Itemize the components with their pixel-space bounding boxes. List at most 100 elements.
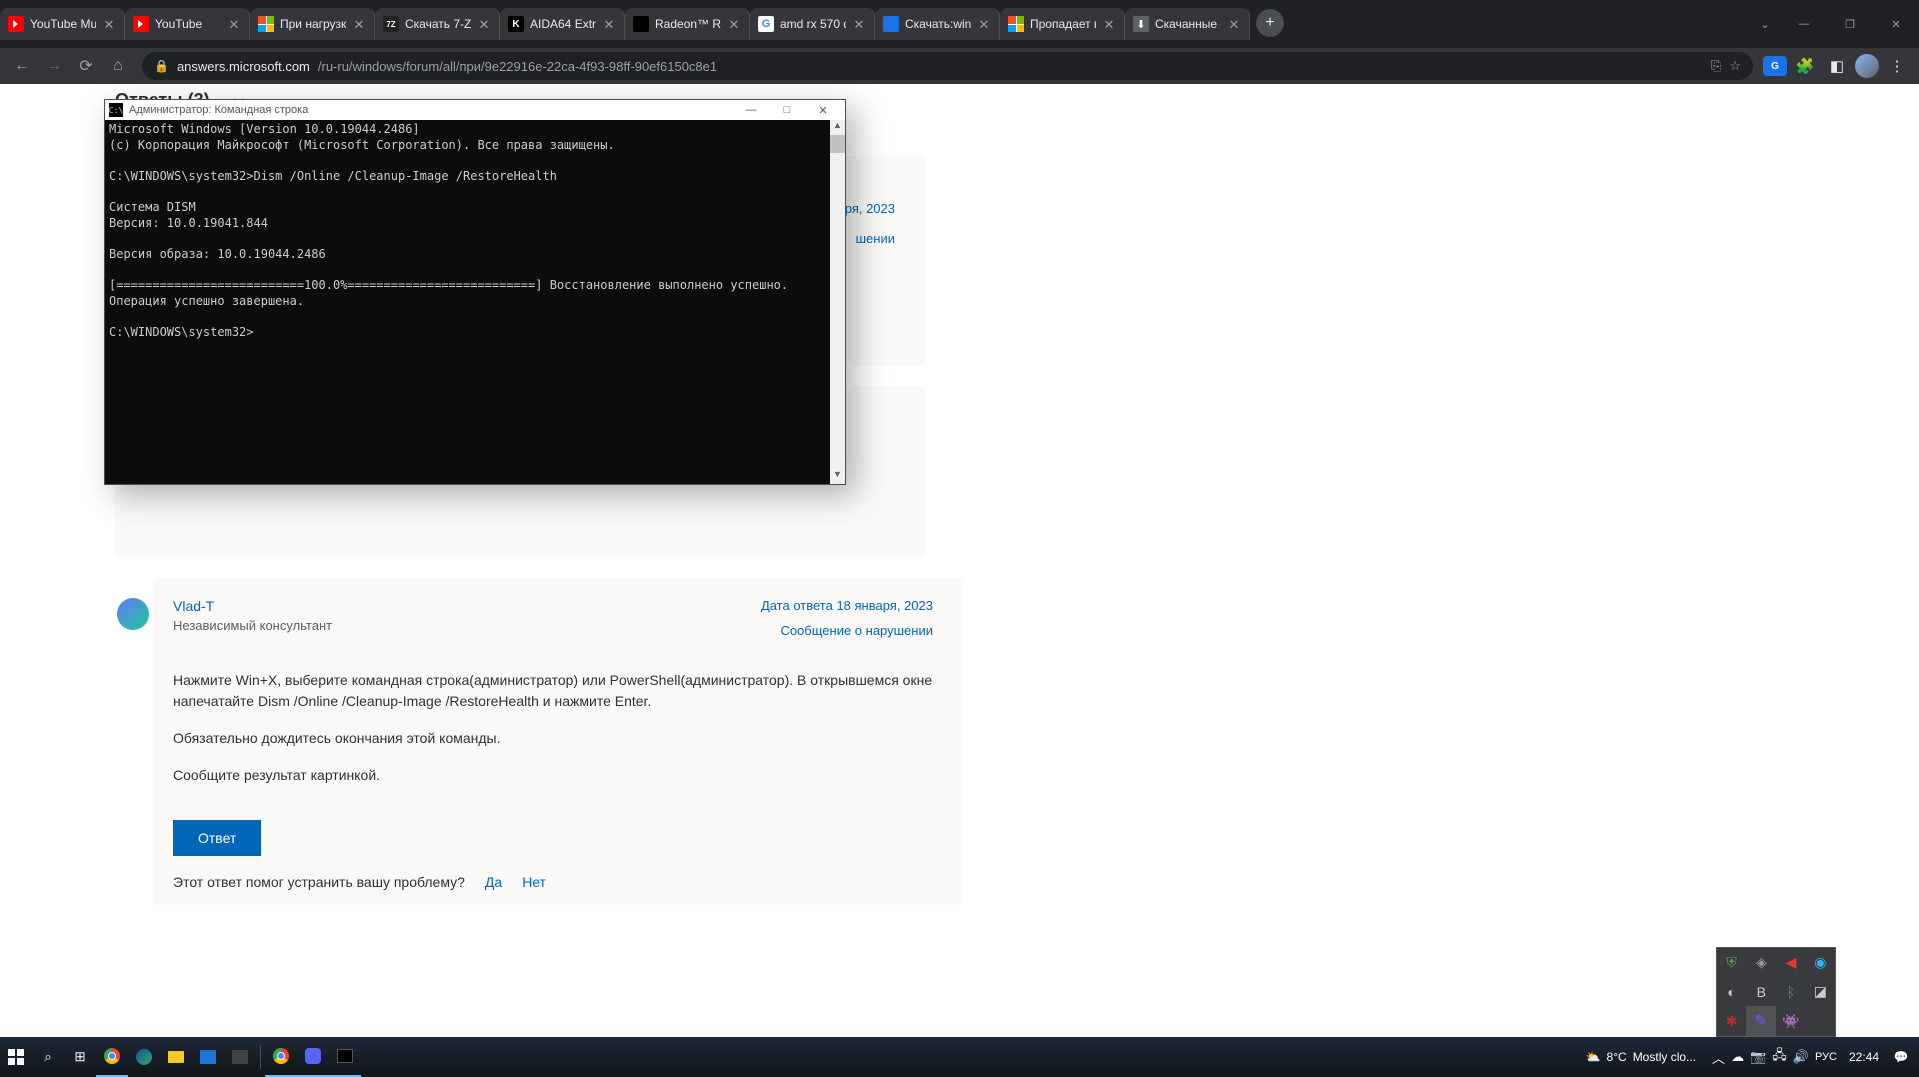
minimize-button[interactable]: — [1781,9,1827,39]
reload-button[interactable]: ⟳ [72,52,100,80]
app-icon[interactable]: B [1753,984,1769,1000]
network-icon[interactable]: 🖧 [1772,1046,1787,1068]
address-bar[interactable]: 🔒 answers.microsoft.com/ru-ru/windows/fo… [142,52,1753,80]
tab-ms-answers-2[interactable]: Пропадает видео ✕ [1000,8,1125,40]
reply-date[interactable]: аря, 2023 [838,201,896,216]
security-icon[interactable]: ⛨ [1724,955,1740,971]
profile-avatar[interactable] [1855,54,1879,78]
meet-now-icon[interactable]: 📷 [1750,1049,1766,1065]
edge-taskbar-icon[interactable] [128,1037,160,1077]
report-abuse-link[interactable]: шении [856,231,895,246]
discord-icon[interactable]: 👾 [1783,1013,1799,1029]
cmd-scrollbar[interactable]: ▲ ▼ [830,120,845,484]
reply-author-link[interactable]: Vlad-T [173,598,332,614]
close-button[interactable]: ✕ [805,100,841,120]
scroll-thumb[interactable] [830,135,845,153]
download-site-icon [883,16,899,32]
helpful-yes-link[interactable]: Да [485,874,502,890]
install-icon[interactable]: ⎘ [1711,58,1721,74]
close-icon[interactable]: ✕ [477,17,491,31]
cmd-window[interactable]: C:\ Администратор: Командная строка — □ … [104,99,846,485]
cmd-line: (c) Корпорация Майкрософт (Microsoft Cor… [109,138,615,152]
new-tab-button[interactable]: + [1256,9,1284,37]
extensions-icon[interactable]: 🧩 [1791,52,1819,80]
back-button[interactable]: ← [8,52,36,80]
tab-title: YouTube Music [30,17,96,31]
tab-youtube[interactable]: YouTube ✕ [125,8,250,40]
close-icon[interactable]: ✕ [352,17,366,31]
tray-empty [1812,1013,1828,1029]
translate-icon[interactable]: G [1763,56,1787,76]
nvidia-icon[interactable]: ◈ [1753,955,1769,971]
onedrive-icon[interactable]: ☁ [1731,1049,1744,1065]
tab-youtube-music[interactable]: YouTube Music ✕ [0,8,125,40]
app-taskbar-icon[interactable] [224,1037,256,1077]
cmd-output[interactable]: Microsoft Windows [Version 10.0.19044.24… [105,120,830,484]
forward-button[interactable]: → [40,52,68,80]
close-icon[interactable]: ✕ [727,17,741,31]
app-taskbar-icon[interactable] [192,1037,224,1077]
tab-downloads[interactable]: ⬇ Скачанные файлы ✕ [1125,8,1250,40]
tab-strip: YouTube Music ✕ YouTube ✕ При нагрузке в… [0,6,1749,40]
weather-widget[interactable]: ⛅ 8°C Mostly clo... [1576,1037,1706,1077]
system-tray-popup[interactable]: ⛨ ◈ ◀ ◉ ◐ B ᛒ ◪ ✱ ✎ 👾 [1716,947,1836,1037]
helpful-no-link[interactable]: Нет [522,874,546,890]
side-panel-icon[interactable]: ◧ [1823,52,1851,80]
start-button[interactable] [0,1037,32,1077]
close-icon[interactable]: ✕ [602,17,616,31]
report-abuse-link[interactable]: Сообщение о нарушении [761,623,933,638]
menu-icon[interactable]: ⋮ [1883,52,1911,80]
tab-ms-answers[interactable]: При нагрузке вид ✕ [250,8,375,40]
cmd-line: C:\WINDOWS\system32>Dism /Online /Cleanu… [109,169,557,183]
close-icon[interactable]: ✕ [852,17,866,31]
helpful-question: Этот ответ помог устранить вашу проблему… [173,874,465,890]
task-view-button[interactable]: ⊞ [64,1037,96,1077]
maximize-button[interactable]: ❐ [1827,9,1873,39]
tab-title: YouTube [155,17,221,31]
chrome-taskbar-icon[interactable] [96,1037,128,1077]
reply-card: Vlad-T Независимый консультант Дата отве… [153,578,963,905]
close-icon[interactable]: ✕ [102,17,116,31]
close-icon[interactable]: ✕ [227,17,241,31]
app-icon[interactable]: ◀ [1783,955,1799,971]
reply-button[interactable]: Ответ [173,820,261,856]
explorer-taskbar-icon[interactable] [160,1037,192,1077]
cmd-running-icon[interactable] [329,1037,361,1077]
app-icon[interactable]: ◉ [1812,955,1828,971]
tab-google-search[interactable]: G amd rx 570 driver ✕ [750,8,875,40]
taskbar-divider [260,1045,261,1069]
language-indicator[interactable]: РУС [1815,1051,1837,1063]
tab-7zip[interactable]: 7Z Скачать 7-Zip ✕ [375,8,500,40]
reply-date-link[interactable]: Дата ответа 18 января, 2023 [761,598,933,613]
tab-search-icon[interactable]: ⌄ [1749,18,1781,31]
tab-aida64[interactable]: K AIDA64 Extreme E ✕ [500,8,625,40]
tab-radeon[interactable]: Radeon™ RX 570 ✕ [625,8,750,40]
app-icon[interactable]: ✎ [1746,1006,1776,1036]
chrome-running-icon[interactable] [265,1037,297,1077]
app-icon[interactable]: ✱ [1724,1013,1740,1029]
bluetooth-icon[interactable]: ᛒ [1783,984,1799,1000]
notification-center-icon[interactable]: 💬 [1891,1047,1911,1067]
close-button[interactable]: ✕ [1873,9,1919,39]
scroll-up-icon[interactable]: ▲ [830,120,845,135]
app-icon[interactable]: ◪ [1812,984,1828,1000]
search-button[interactable]: ⌕ [32,1037,64,1077]
close-icon[interactable]: ✕ [1227,17,1241,31]
tray-chevron-icon[interactable]: ︿ [1712,1048,1725,1067]
clock[interactable]: 22:44 [1843,1050,1885,1064]
lock-icon: 🔒 [154,59,169,73]
tab-win10-dl[interactable]: Скачать:win10-64 ✕ [875,8,1000,40]
discord-running-icon[interactable] [297,1037,329,1077]
scroll-down-icon[interactable]: ▼ [830,469,845,484]
bookmark-icon[interactable]: ☆ [1729,58,1741,74]
cmd-title-text: Администратор: Командная строка [129,104,733,116]
minimize-button[interactable]: — [733,100,769,120]
maximize-button[interactable]: □ [769,100,805,120]
volume-icon[interactable]: 🔊 [1793,1049,1809,1065]
close-icon[interactable]: ✕ [1102,17,1116,31]
avatar[interactable] [117,598,149,630]
home-button[interactable]: ⌂ [104,52,132,80]
close-icon[interactable]: ✕ [977,17,991,31]
steam-icon[interactable]: ◐ [1724,984,1740,1000]
cmd-titlebar[interactable]: C:\ Администратор: Командная строка — □ … [105,100,845,120]
